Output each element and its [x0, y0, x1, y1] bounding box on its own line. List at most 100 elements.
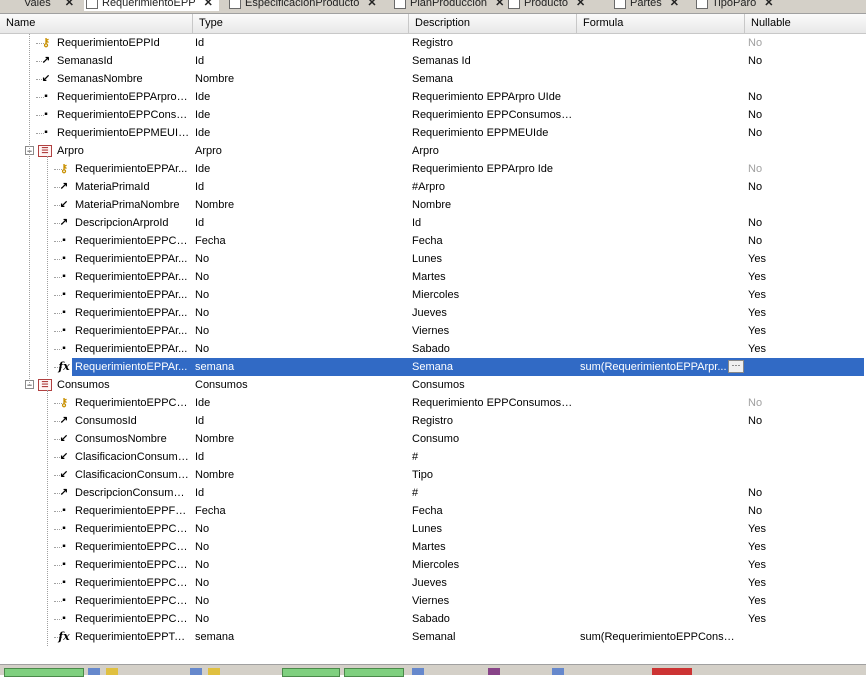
row-description[interactable]: Requerimiento EPPArpro Ide	[412, 160, 574, 178]
row-name[interactable]: RequerimientoEPPCo...	[75, 520, 190, 538]
row-description[interactable]: Jueves	[412, 574, 574, 592]
row-nullable[interactable]: No	[748, 394, 808, 412]
row-name[interactable]: RequerimientoEPPCo...	[75, 394, 190, 412]
tree-attribute-row[interactable]: ▪ RequerimientoEPPArproU... Ide Requerimien…	[0, 88, 866, 106]
row-type[interactable]: semana	[195, 628, 405, 646]
row-nullable[interactable]	[748, 142, 808, 160]
toolbar-button[interactable]	[344, 668, 404, 677]
tree-attribute-row[interactable]: ▪ RequerimientoEPPCo... No Lunes Yes	[0, 520, 866, 538]
tree-attribute-row[interactable]: ▪ RequerimientoEPPCo... No Martes Yes	[0, 538, 866, 556]
row-nullable[interactable]: No	[748, 178, 808, 196]
row-nullable[interactable]: Yes	[748, 610, 808, 628]
row-nullable[interactable]: Yes	[748, 286, 808, 304]
tree-attribute-row[interactable]: ▪ RequerimientoEPPCo... No Jueves Yes	[0, 574, 866, 592]
tree-attribute-row[interactable]: ▪ RequerimientoEPPConsu... Ide Requerimient…	[0, 106, 866, 124]
row-formula[interactable]	[580, 286, 740, 304]
tree-attribute-row[interactable]: ⚷ RequerimientoEPPAr... Ide Requerimiento E…	[0, 160, 866, 178]
close-icon[interactable]: ✕	[65, 0, 74, 11]
row-description[interactable]: Semanas Id	[412, 52, 574, 70]
row-nullable[interactable]: No	[748, 88, 808, 106]
tab-especificacionproducto[interactable]: EspecificacionProducto ✕	[229, 0, 377, 11]
row-name[interactable]: RequerimientoEPPCo...	[75, 232, 190, 250]
row-type[interactable]: Ide	[195, 394, 405, 412]
row-name[interactable]: DescripcionArproId	[75, 214, 190, 232]
row-type[interactable]: Ide	[195, 106, 405, 124]
tab-planproduccion[interactable]: PlanProduccion ✕	[394, 0, 504, 11]
row-formula[interactable]	[580, 574, 740, 592]
row-description[interactable]: Requerimiento EPPMEUIde	[412, 124, 574, 142]
tab-requerimientoepp[interactable]: RequerimientoEPP ✕	[84, 0, 219, 11]
row-name[interactable]: SemanasNombre	[57, 70, 190, 88]
column-header-name[interactable]: Name	[0, 14, 193, 33]
row-type[interactable]: No	[195, 340, 405, 358]
row-nullable[interactable]: Yes	[748, 574, 808, 592]
row-type[interactable]: Ide	[195, 124, 405, 142]
row-type[interactable]: No	[195, 538, 405, 556]
row-type[interactable]: Nombre	[195, 430, 405, 448]
row-type[interactable]: Nombre	[195, 196, 405, 214]
row-name[interactable]: ClasificacionConsumo...	[75, 466, 190, 484]
row-name[interactable]: SemanasId	[57, 52, 190, 70]
row-description[interactable]: Viernes	[412, 592, 574, 610]
tab-vales[interactable]: Vales ✕	[10, 0, 74, 11]
row-type[interactable]: No	[195, 304, 405, 322]
close-icon[interactable]: ✕	[204, 0, 213, 11]
close-icon[interactable]: ✕	[367, 0, 376, 11]
row-type[interactable]: Id	[195, 52, 405, 70]
row-formula[interactable]	[580, 556, 740, 574]
tree-attribute-row[interactable]: ↙ ClasificacionConsumo... Id #	[0, 448, 866, 466]
row-formula[interactable]	[580, 88, 740, 106]
row-type[interactable]: Nombre	[195, 466, 405, 484]
row-type[interactable]: Consumos	[195, 376, 405, 394]
row-type[interactable]: No	[195, 286, 405, 304]
tree-attribute-row[interactable]: ↗ MateriaPrimaId Id #Arpro No	[0, 178, 866, 196]
row-formula[interactable]	[580, 232, 740, 250]
row-nullable[interactable]: No	[748, 232, 808, 250]
row-description[interactable]: #	[412, 484, 574, 502]
tree-attribute-row[interactable]: ▪ RequerimientoEPPAr... No Miercoles Yes	[0, 286, 866, 304]
row-name[interactable]: ConsumosNombre	[75, 430, 190, 448]
row-nullable[interactable]: Yes	[748, 592, 808, 610]
row-formula[interactable]	[580, 610, 740, 628]
row-name[interactable]: MateriaPrimaNombre	[75, 196, 190, 214]
row-description[interactable]: Jueves	[412, 304, 574, 322]
column-header-type[interactable]: Type	[193, 14, 409, 33]
row-type[interactable]: Id	[195, 214, 405, 232]
row-nullable[interactable]: Yes	[748, 340, 808, 358]
row-nullable[interactable]: No	[748, 160, 808, 178]
tree-attribute-row[interactable]: ▪ RequerimientoEPPAr... No Jueves Yes	[0, 304, 866, 322]
row-formula[interactable]	[580, 196, 740, 214]
toolbar-button[interactable]	[4, 668, 84, 677]
row-description[interactable]: Requerimiento EPPConsumos Ide	[412, 394, 574, 412]
row-type[interactable]: Id	[195, 34, 405, 52]
tree-attribute-row[interactable]: ▪ RequerimientoEPPCo... No Viernes Yes	[0, 592, 866, 610]
row-formula[interactable]	[580, 592, 740, 610]
row-nullable[interactable]: Yes	[748, 556, 808, 574]
tree-level-row[interactable]: − ☰ Arpro Arpro Arpro	[0, 142, 866, 160]
row-formula[interactable]	[580, 304, 740, 322]
tab-producto[interactable]: Producto ✕	[508, 0, 585, 11]
tree-attribute-row[interactable]: ↗ DescripcionConsumosId Id # No	[0, 484, 866, 502]
tree-attribute-row[interactable]: fx RequerimientoEPPAr... semana Semana sum(R…	[0, 358, 866, 376]
row-name[interactable]: RequerimientoEPPId	[57, 34, 190, 52]
toolbar-button[interactable]	[282, 668, 340, 677]
row-type[interactable]: No	[195, 592, 405, 610]
row-name[interactable]: RequerimientoEPPConsu...	[57, 106, 190, 124]
row-description[interactable]: Martes	[412, 268, 574, 286]
row-type[interactable]: Id	[195, 484, 405, 502]
row-formula[interactable]	[580, 52, 740, 70]
row-name[interactable]: RequerimientoEPPCo...	[75, 574, 190, 592]
row-nullable[interactable]: Yes	[748, 250, 808, 268]
row-description[interactable]: Semana	[412, 358, 574, 376]
row-description[interactable]: Nombre	[412, 196, 574, 214]
close-icon[interactable]: ✕	[576, 0, 585, 11]
row-nullable[interactable]: No	[748, 484, 808, 502]
row-name[interactable]: RequerimientoEPPAr...	[75, 160, 190, 178]
close-icon[interactable]: ✕	[764, 0, 773, 11]
row-formula[interactable]	[580, 466, 740, 484]
row-name[interactable]: RequerimientoEPPMEUIde	[57, 124, 190, 142]
row-name[interactable]: DescripcionConsumosId	[75, 484, 190, 502]
row-formula[interactable]	[580, 394, 740, 412]
row-formula[interactable]	[580, 106, 740, 124]
row-nullable[interactable]	[748, 376, 808, 394]
